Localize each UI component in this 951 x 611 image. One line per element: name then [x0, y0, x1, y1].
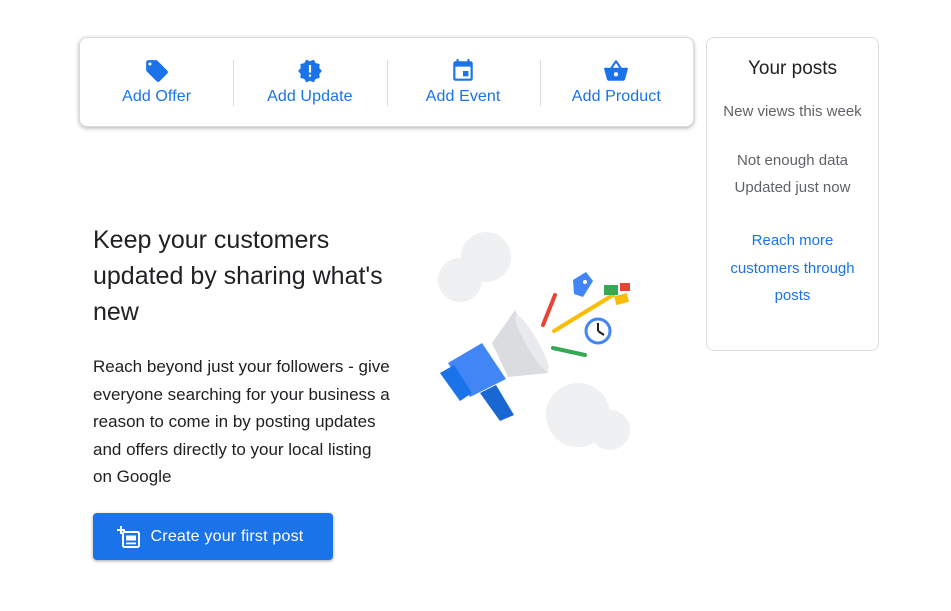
- updated-just-now-text: Updated just now: [734, 179, 851, 196]
- hero-body-text: Reach beyond just your followers - give …: [93, 357, 390, 486]
- clock-shape: [584, 317, 612, 345]
- create-first-post-button[interactable]: Create your first post: [93, 513, 333, 560]
- shopping-basket-icon: [604, 60, 629, 81]
- post-type-actions-card: Add Offer Add Update Add Event Add Produ…: [79, 37, 694, 127]
- calendar-icon: [453, 59, 473, 81]
- cloud-top: [438, 232, 511, 302]
- add-product-label: Add Product: [571, 88, 661, 105]
- add-event-button[interactable]: Add Event: [386, 38, 540, 126]
- alert-badge-icon: [297, 59, 322, 83]
- add-product-button[interactable]: Add Product: [539, 38, 693, 126]
- not-enough-data-text: Not enough data: [737, 152, 848, 169]
- add-post-icon: [116, 525, 140, 548]
- tag-icon: [145, 60, 168, 82]
- hero-headline: Keep your customers updated by sharing w…: [93, 226, 383, 326]
- your-posts-panel: Your posts New views this week Not enoug…: [706, 37, 879, 351]
- megaphone-handle: [480, 385, 514, 421]
- cloud-bottom: [546, 383, 630, 450]
- add-offer-label: Add Offer: [122, 88, 192, 105]
- new-views-label: New views this week: [723, 103, 862, 120]
- posts-panel-title: Your posts: [747, 58, 838, 79]
- create-first-post-label: Create your first post: [150, 527, 304, 545]
- posts-status: Not enough data Updated just now: [707, 147, 878, 201]
- add-offer-button[interactable]: Add Offer: [80, 38, 233, 126]
- add-update-button[interactable]: Add Update: [233, 38, 386, 126]
- tag-shape: [573, 272, 593, 297]
- add-event-label: Add Event: [425, 88, 501, 105]
- reach-more-customers-link[interactable]: Reach more customers through posts: [707, 227, 878, 310]
- add-update-label: Add Update: [267, 88, 353, 105]
- megaphone-illustration: [438, 232, 630, 450]
